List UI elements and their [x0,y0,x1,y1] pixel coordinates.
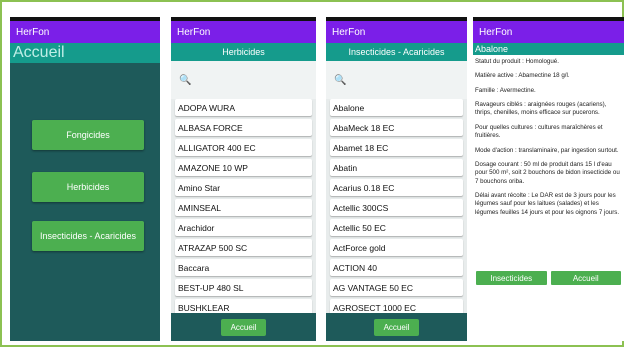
search-input[interactable]: 🔍 [326,61,467,99]
screen-home: HerFon Accueil Fongicides Herbicides Ins… [10,17,160,341]
list-item[interactable]: ACTION 40 [330,259,463,276]
detail-buttons: Insecticides Accueil [476,271,621,285]
bottom-bar: Accueil [171,313,316,341]
app-bar: HerFon [326,21,467,43]
list-item[interactable]: ALBASA FORCE [175,119,312,136]
app-title: HerFon [479,26,513,38]
app-title: HerFon [332,26,366,38]
list-item[interactable]: ALLIGATOR 400 EC [175,139,312,156]
active-ingredient: Matière active : Abamectine 18 g/l. [475,72,570,80]
list-item[interactable]: Actellic 50 EC [330,219,463,236]
herbicides-button[interactable]: Herbicides [32,172,144,202]
chemical-family: Famille : Avermectine. [475,86,536,94]
list-item[interactable]: BEST-UP 480 SL [175,279,312,296]
list-item[interactable]: Abamet 18 EC [330,139,463,156]
fongicides-button[interactable]: Fongicides [32,120,144,150]
list-item[interactable]: AMAZONE 10 WP [175,159,312,176]
product-status: Statut du produit : Homologué. [475,58,559,65]
target-crops: Pour quelles cultures : cultures maraîch… [475,123,603,140]
list-item[interactable]: Acarius 0.18 EC [330,179,463,196]
search-icon: 🔍 [334,74,347,86]
page-title: Accueil [10,43,160,63]
list-item[interactable]: ADOPA WURA [175,99,312,116]
home-button[interactable]: Accueil [373,318,420,336]
list-item[interactable]: Actellic 300CS [330,199,463,216]
mode-of-action: Mode d'action : translaminaire, par inge… [475,146,619,154]
home-button[interactable]: Accueil [220,318,267,336]
insecticides-button[interactable]: Insecticides [476,271,547,285]
list-item[interactable]: Arachidor [175,219,312,236]
pre-harvest-interval: Délai avant récolte : Le DAR est de 3 jo… [475,191,620,216]
screen-insecticides: HerFon Insecticides - Acaricides 🔍 Abalo… [326,17,467,341]
target-pests: Ravageurs ciblés : araignées rouges (aca… [475,101,607,117]
list-item[interactable]: Abalone [330,99,463,116]
category-header: Insecticides - Acaricides [326,43,467,61]
product-list: Abalone AbaMeck 18 EC Abamet 18 EC Abati… [330,99,463,319]
list-item[interactable]: Amino Star [175,179,312,196]
product-details: Statut du produit : Homologué. Matière a… [475,58,623,223]
list-item[interactable]: AMINSEAL [175,199,312,216]
list-item[interactable]: AbaMeck 18 EC [330,119,463,136]
screen-herbicides: HerFon Herbicides 🔍 ADOPA WURA ALBASA FO… [171,17,316,341]
category-header: Herbicides [171,43,316,61]
list-item[interactable]: Baccara [175,259,312,276]
search-icon: 🔍 [179,74,192,86]
product-list: ADOPA WURA ALBASA FORCE ALLIGATOR 400 EC… [175,99,312,319]
dosage: Dosage courant : 50 ml de produit dans 1… [475,160,620,185]
screen-product-detail: HerFon Abalone Statut du produit : Homol… [473,17,624,341]
app-bar: HerFon [473,21,624,43]
list-item[interactable]: ActForce gold [330,239,463,256]
list-item[interactable]: AG VANTAGE 50 EC [330,279,463,296]
app-bar: HerFon [10,21,160,43]
list-item[interactable]: ATRAZAP 500 SC [175,239,312,256]
app-title: HerFon [177,26,211,38]
app-title: HerFon [16,26,50,38]
list-item[interactable]: Abatin [330,159,463,176]
bottom-bar: Accueil [326,313,467,341]
app-bar: HerFon [171,21,316,43]
product-title: Abalone [473,43,624,55]
insecticides-acaricides-button[interactable]: Insecticides - Acaricides [32,221,144,251]
home-button[interactable]: Accueil [550,271,621,285]
search-input[interactable]: 🔍 [171,61,316,99]
